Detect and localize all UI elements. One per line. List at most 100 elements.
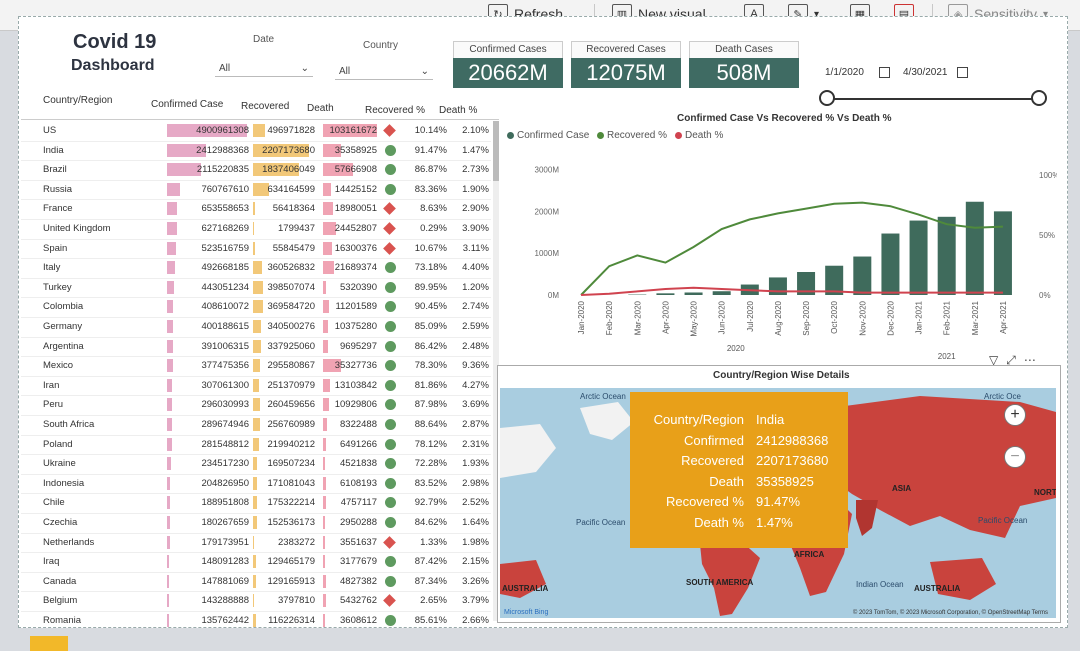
table-row[interactable]: Russia 760767610 634164599 14425152 83.36% 1.… (21, 180, 491, 201)
bar-confirmed[interactable] (993, 211, 1012, 295)
y-tick-label: 0M (548, 291, 559, 300)
bar-confirmed[interactable] (909, 220, 928, 295)
cell-recovered: 1799437 (278, 223, 315, 234)
cell-country: Germany (43, 321, 83, 332)
cell-recovered-pct: 88.64% (414, 419, 447, 430)
bar-confirmed[interactable] (937, 216, 956, 295)
table-row[interactable]: Indonesia 204826950 171081043 6108193 83.52%… (21, 474, 491, 495)
cell-death-pct: 2.59% (462, 321, 489, 332)
table-row[interactable]: South Africa 289674946 256760989 8322488 88.… (21, 415, 491, 436)
col-header-death[interactable]: Death (307, 103, 334, 114)
cell-confirmed: 400188615 (201, 321, 249, 332)
col-header-recovered[interactable]: Recovered (241, 101, 289, 112)
date-range-slider[interactable] (819, 90, 1047, 106)
cell-death: 103161672 (329, 125, 377, 136)
world-map[interactable]: Arctic Ocean Arctic Oce Pacific Ocean Pa… (500, 388, 1056, 618)
bar-confirmed[interactable] (853, 256, 872, 295)
cell-recovered-pct: 87.34% (414, 575, 447, 587)
table-row[interactable]: Canada 147881069 129165913 4827382 87.34% 3.2… (21, 572, 491, 593)
bar-confirmed[interactable] (881, 233, 900, 295)
tooltip-row: Death 35358925 (630, 474, 848, 494)
country-shape-india[interactable] (856, 500, 878, 536)
bar-confirmed[interactable] (712, 291, 731, 295)
table-row[interactable]: Brazil 2115220835 1837406049 57666908 86.87%… (21, 160, 491, 181)
table-row[interactable]: Iran 307061300 251370979 13103842 81.86% 4.27… (21, 376, 491, 397)
table-row[interactable]: Colombia 408610072 369584720 11201589 90.45%… (21, 297, 491, 318)
chart-plot: 0M 1000M 2000M 3000M 0% 50% 100% Jan-2020 Feb-20… (535, 166, 1057, 361)
cell-recovered-pct: 78.12% (414, 438, 447, 450)
slider-start-handle[interactable] (819, 90, 835, 106)
cell-confirmed: 2115220835 (196, 164, 249, 176)
calendar-icon[interactable] (879, 67, 890, 78)
dashboard-title: Covid 19 (73, 31, 157, 53)
y-tick-label: 3000M (535, 166, 560, 175)
table-row[interactable]: Poland 281548812 219940212 6491266 78.12% 2.3… (21, 435, 491, 456)
date-slicer[interactable]: All ⌄ (215, 61, 313, 77)
cell-death-pct: 2.90% (462, 203, 489, 215)
cell-recovered-pct: 81.86% (414, 379, 447, 391)
table-row[interactable]: Romania 135762442 116226314 3608612 85.61% 2.… (21, 611, 491, 627)
zoom-out-button[interactable]: − (1004, 446, 1026, 468)
cell-confirmed: 179173951 (201, 536, 249, 548)
cell-death: 11201589 (335, 301, 377, 313)
table-row[interactable]: US 4900961308 496971828 103161672 10.14% 2.10… (21, 121, 491, 142)
col-header-death-pct[interactable]: Death % (439, 105, 477, 116)
table-row[interactable]: Ukraine 234517230 169507234 4521838 72.28% 1.… (21, 454, 491, 475)
table-row[interactable]: France 653558653 56418364 18980051 8.63% 2.90… (21, 199, 491, 220)
country-slicer[interactable]: All ⌄ (335, 64, 433, 80)
country-shape[interactable] (500, 424, 556, 478)
status-diamond-icon (383, 535, 396, 549)
cell-country: Russia (43, 183, 73, 195)
table-row[interactable]: India 2412988368 2207173680 35358925 91.47% 1… (21, 141, 491, 162)
cell-recovered-pct: 87.42% (414, 556, 447, 568)
table-row[interactable]: Turkey 443051234 398507074 5320390 89.95% 1.2… (21, 278, 491, 299)
page-tab[interactable] (30, 636, 68, 651)
cell-death-pct: 3.69% (462, 399, 489, 411)
kpi-label: Recovered Cases (571, 41, 681, 58)
tooltip-key: Recovered (681, 453, 744, 468)
cell-country: Peru (43, 399, 64, 411)
table-row[interactable]: Argentina 391006315 337925060 9695297 86.42%… (21, 337, 491, 358)
cell-country: France (43, 203, 73, 215)
bar-confirmed[interactable] (684, 292, 703, 295)
country-shape[interactable] (930, 558, 996, 600)
table-row[interactable]: Peru 296030993 260459656 10929806 87.98% 3.69… (21, 395, 491, 416)
table-row[interactable]: Belgium 143288888 3797810 5432762 2.65% 3.79% (21, 591, 491, 612)
slider-end-handle[interactable] (1031, 90, 1047, 106)
date-range-end[interactable]: 4/30/2021 (903, 67, 948, 78)
cell-country: Argentina (43, 340, 84, 352)
col-header-recovered-pct[interactable]: Recovered % (365, 105, 425, 116)
table-row[interactable]: Germany 400188615 340500276 10375280 85.09% 2… (21, 317, 491, 338)
table-row[interactable]: Chile 188951808 175322214 4757117 92.79% 2.52… (21, 493, 491, 514)
cell-death: 4827382 (340, 575, 377, 587)
cell-country: Colombia (43, 301, 84, 313)
table-row[interactable]: Netherlands 179173951 2383272 3551637 1.33% 1… (21, 533, 491, 554)
status-circle-icon (385, 517, 396, 528)
table-row[interactable]: United Kingdom 627168269 1799437 24452807 0.… (21, 219, 491, 240)
map-label-north: NORT (1034, 488, 1056, 497)
cell-death: 10375280 (334, 321, 377, 332)
zoom-in-button[interactable]: + (1004, 404, 1026, 426)
country-shape[interactable] (580, 402, 634, 440)
cell-recovered-pct: 72.28% (414, 458, 447, 470)
col-header-confirmed[interactable]: Confirmed Case (151, 99, 223, 110)
table-row[interactable]: Czechia 180267659 152536173 2950288 84.62% 1.… (21, 513, 491, 534)
table-row[interactable]: Spain 523516759 55845479 16300376 10.67% 3.11… (21, 239, 491, 260)
bar-confirmed[interactable] (656, 293, 675, 295)
date-range-start[interactable]: 1/1/2020 (825, 67, 864, 78)
cell-confirmed: 234517230 (201, 458, 249, 470)
x-tick-label: May-2020 (690, 300, 699, 336)
bar-confirmed[interactable] (965, 201, 984, 295)
table-row[interactable]: Italy 492668185 360526832 21689374 73.18% 4.4… (21, 258, 491, 279)
table-row[interactable]: Iraq 148091283 129465179 3177679 87.42% 2.15% (21, 552, 491, 573)
calendar-icon[interactable] (957, 67, 968, 78)
x-tick-label: Jun-2020 (718, 300, 727, 334)
table-header: Country/Region Confirmed Case Recovered … (21, 85, 499, 120)
cell-death: 6491266 (340, 438, 377, 450)
col-header-country[interactable]: Country/Region (43, 95, 112, 106)
tooltip-row: Recovered % 91.47% (630, 494, 848, 514)
status-circle-icon (385, 164, 396, 176)
cell-confirmed: 653558653 (201, 203, 249, 215)
table-row[interactable]: Mexico 377475356 295580867 35327736 78.30% 9.… (21, 356, 491, 377)
map-label-south-america: SOUTH AMERICA (686, 578, 754, 587)
